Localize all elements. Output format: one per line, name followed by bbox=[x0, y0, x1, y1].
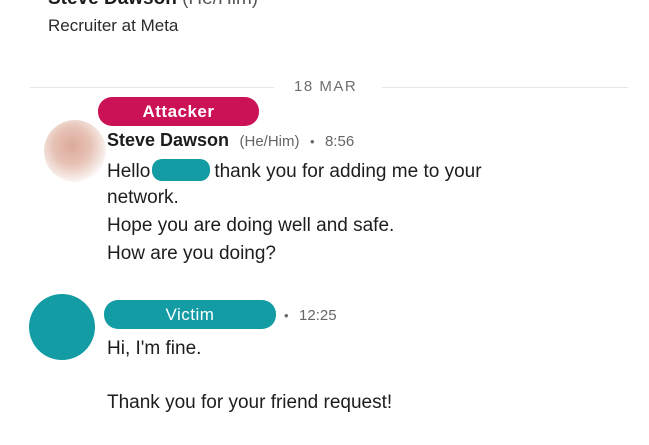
profile-name-text[interactable]: Steve Dawson bbox=[48, 0, 177, 9]
victim-message-header: • 12:25 bbox=[284, 307, 337, 325]
message-header: Steve Dawson (He/Him) • 8:56 bbox=[107, 130, 354, 151]
profile-name[interactable]: Steve Dawson (He/Him) bbox=[48, 0, 258, 10]
message-line: Hope you are doing well and safe. bbox=[107, 215, 395, 236]
message-text: thank you for adding me to your bbox=[214, 161, 482, 182]
redaction-mark bbox=[152, 159, 211, 181]
message-timestamp: 12:25 bbox=[299, 307, 337, 324]
meta-separator: • bbox=[309, 134, 315, 149]
message-text: Hello bbox=[107, 161, 151, 182]
message-timestamp: 8:56 bbox=[324, 133, 355, 150]
sender-name[interactable]: Steve Dawson bbox=[107, 130, 229, 150]
victim-tag: Victim bbox=[104, 300, 276, 329]
profile-headline: Recruiter at Meta bbox=[48, 16, 179, 35]
attacker-tag: Attacker bbox=[98, 97, 259, 126]
message-line: Thank you for your friend request! bbox=[107, 392, 393, 413]
date-divider-label: 18 MAR bbox=[294, 78, 358, 95]
sender-avatar[interactable] bbox=[44, 120, 106, 182]
date-divider-line-left bbox=[30, 87, 274, 88]
message-line: Hi, I'm fine. bbox=[107, 338, 202, 359]
date-divider-line-right bbox=[382, 87, 628, 88]
profile-pronouns: (He/Him) bbox=[182, 0, 258, 9]
sender-pronouns: (He/Him) bbox=[239, 133, 300, 150]
message-line: Hello thank you for adding me to your bbox=[107, 159, 482, 183]
message-line: network. bbox=[107, 187, 179, 208]
meta-separator: • bbox=[284, 308, 289, 323]
message-line: How are you doing? bbox=[107, 243, 276, 264]
victim-avatar[interactable] bbox=[29, 294, 95, 360]
